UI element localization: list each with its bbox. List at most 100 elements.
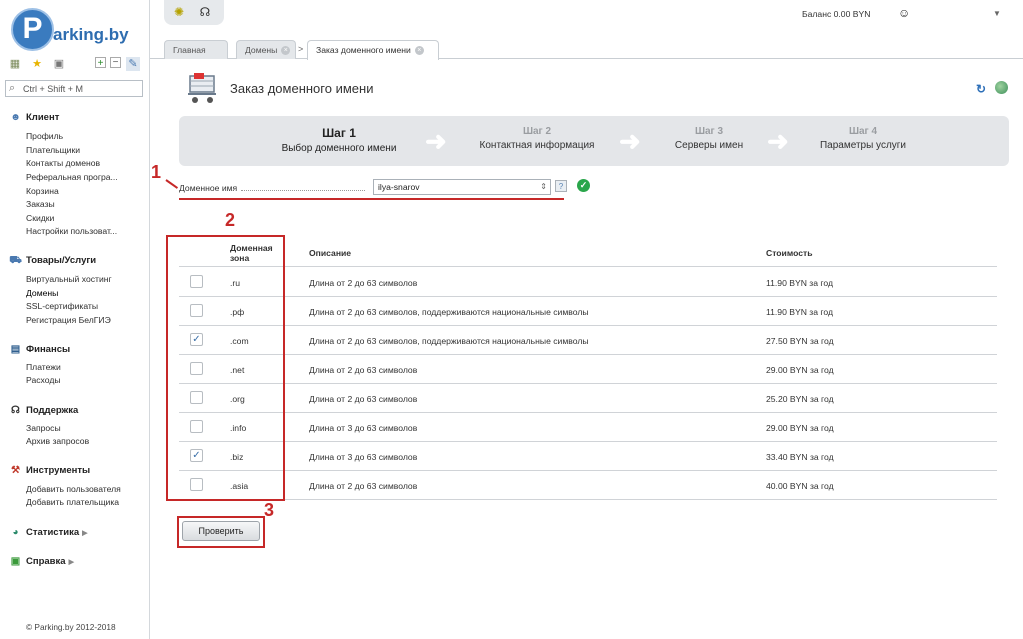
sidebar-item-expenses[interactable]: Расходы (26, 375, 61, 385)
sidebar-item-orders[interactable]: Заказы (26, 199, 55, 209)
sidebar-item-domains[interactable]: Домены (26, 288, 58, 298)
step-2: Шаг 2 Контактная информация (457, 126, 617, 151)
dotted-leader (241, 190, 365, 191)
table-row: ✓ .biz Длина от 3 до 63 символов 33.40 BYN … (179, 442, 997, 471)
sidebar: P arking.by ▦ ★ ▣ + − ✎ ⌕ Ctrl + Shift +… (0, 0, 150, 639)
zone-description: Длина от 2 до 63 символов, поддерживаютс… (309, 336, 589, 346)
step-label: Параметры услуги (819, 140, 907, 151)
sidebar-item-requests-archive[interactable]: Архив запросов (26, 436, 89, 446)
sidebar-item-discounts[interactable]: Скидки (26, 213, 54, 223)
user-avatar-icon[interactable]: ☺ (898, 6, 910, 20)
step-4: Шаг 4 Параметры услуги (783, 126, 943, 151)
tab-label: Главная (173, 45, 206, 55)
page-title: Заказ доменного имени (230, 81, 374, 96)
help-book-icon: ▣ (10, 556, 21, 567)
lightbulb-icon[interactable]: ✺ (171, 4, 187, 20)
column-header-cost: Стоимость (766, 248, 813, 258)
annotation-box-3 (177, 516, 265, 548)
logo-text: arking.by (53, 25, 129, 44)
close-icon[interactable]: × (281, 46, 291, 56)
section-title: Поддержка (26, 405, 79, 416)
sidebar-item-payments[interactable]: Платежи (26, 362, 61, 372)
sidebar-section-goods[interactable]: ⛟ Товары/Услуги (9, 255, 96, 268)
step-label: Контактная информация (479, 140, 595, 151)
zone-cost: 40.00 BYN за год (766, 481, 834, 491)
sidebar-item-ssl[interactable]: SSL-сертификаты (26, 301, 98, 311)
logo-letter: P (11, 8, 54, 51)
step-label: Серверы имен (674, 140, 744, 151)
pin-icon[interactable]: ✎ (126, 57, 140, 71)
parking-logo[interactable]: P arking.by (11, 8, 141, 52)
sidebar-item-cart[interactable]: Корзина (26, 186, 59, 196)
sidebar-item-add-payer[interactable]: Добавить плательщика (26, 497, 119, 507)
section-title: Финансы (26, 344, 71, 355)
refresh-icon[interactable]: ↻ (976, 82, 986, 96)
zone-cost: 29.00 BYN за год (766, 423, 834, 433)
section-title: Статистика (26, 527, 80, 538)
search-icon: ⌕ (9, 82, 16, 94)
tab-home[interactable]: Главная (164, 40, 228, 59)
close-icon[interactable]: × (414, 46, 424, 56)
zone-cost: 11.90 BYN за год (766, 278, 833, 288)
briefcase-icon[interactable]: ▣ (52, 57, 66, 71)
grid-icon[interactable]: ▦ (8, 57, 22, 71)
chevron-down-icon[interactable]: ▼ (993, 9, 1001, 18)
arrow-right-icon: ➜ (425, 126, 447, 156)
sidebar-toolbar: ▦ ★ ▣ + − ✎ (6, 57, 144, 73)
check-ok-icon: ✓ (577, 179, 590, 192)
tab-label: Заказ доменного имени (316, 45, 411, 55)
domain-name-input[interactable]: ilya-snarov ⇕ (373, 179, 551, 195)
column-header-description: Описание (309, 248, 352, 258)
table-row: .ru Длина от 2 до 63 символов 11.90 BYN за… (179, 268, 997, 297)
expand-all-icon[interactable]: + (95, 57, 106, 69)
chevron-right-icon: ▶ (82, 530, 88, 537)
top-bar: ✺ ☊ Баланс 0.00 BYN ☺ ▼ (150, 0, 1023, 36)
sidebar-item-domain-contacts[interactable]: Контакты доменов (26, 158, 100, 168)
star-icon[interactable]: ★ (30, 57, 44, 71)
section-title: Товары/Услуги (26, 255, 97, 266)
table-row: .org Длина от 2 до 63 символов 25.20 BYN з… (179, 384, 997, 413)
copyright: © Parking.by 2012-2018 (26, 622, 116, 632)
sidebar-item-payers[interactable]: Плательщики (26, 145, 80, 155)
step-1: Шаг 1 Выбор доменного имени (259, 126, 419, 154)
sidebar-section-tools[interactable]: ⚒ Инструменты (9, 465, 90, 476)
sidebar-item-belgie[interactable]: Регистрация БелГИЭ (26, 315, 111, 325)
step-label: Выбор доменного имени (281, 143, 397, 154)
money-icon: ▤ (10, 344, 21, 355)
sidebar-item-requests[interactable]: Запросы (26, 423, 61, 433)
annotation-number-3: 3 (264, 500, 275, 520)
domain-name-label: Доменное имя (179, 183, 238, 193)
tab-domain-order[interactable]: Заказ доменного имени × (307, 40, 439, 60)
sidebar-item-profile[interactable]: Профиль (26, 131, 63, 141)
spinner-icon[interactable]: ⇕ (540, 180, 547, 194)
sidebar-item-referral[interactable]: Реферальная програ... (26, 172, 118, 182)
sidebar-item-hosting[interactable]: Виртуальный хостинг (26, 274, 112, 284)
zone-description: Длина от 3 до 63 символов (309, 423, 418, 433)
table-row: ✓ .com Длина от 2 до 63 символов, поддержи… (179, 326, 997, 355)
sidebar-item-add-user[interactable]: Добавить пользователя (26, 484, 121, 494)
sidebar-item-user-settings[interactable]: Настройки пользоват... (26, 226, 117, 236)
user-icon: ☻ (10, 112, 21, 123)
zone-cost: 33.40 BYN за год (766, 452, 834, 462)
help-icon[interactable]: ? (555, 180, 567, 192)
sidebar-section-support[interactable]: ☊ Поддержка (9, 405, 78, 416)
table-row: .info Длина от 3 до 63 символов 29.00 BYN … (179, 413, 997, 442)
annotation-pointer-1 (165, 179, 179, 189)
cart-icon: ⛟ (9, 255, 22, 266)
headset-notif-icon[interactable]: ☊ (197, 4, 213, 20)
headset-icon: ☊ (11, 405, 20, 416)
sidebar-section-stats[interactable]: ◕ Статистика ▶ (9, 527, 88, 538)
annotation-underline-1 (179, 198, 564, 200)
collapse-all-icon[interactable]: − (110, 57, 121, 68)
search-input[interactable]: ⌕ Ctrl + Shift + M (5, 80, 143, 97)
balance[interactable]: Баланс 0.00 BYN (802, 9, 870, 19)
tools-icon: ⚒ (11, 465, 20, 476)
globe-icon[interactable] (995, 81, 1008, 94)
domain-name-value: ilya-snarov (378, 182, 420, 192)
tab-domains[interactable]: Домены × (236, 40, 296, 59)
sidebar-section-finance[interactable]: ▤ Финансы (9, 344, 70, 355)
zone-cost: 25.20 BYN за год (766, 394, 834, 404)
sidebar-section-client[interactable]: ☻ Клиент (9, 112, 59, 123)
section-title: Справка (26, 556, 66, 567)
sidebar-section-help[interactable]: ▣ Справка ▶ (9, 556, 74, 567)
